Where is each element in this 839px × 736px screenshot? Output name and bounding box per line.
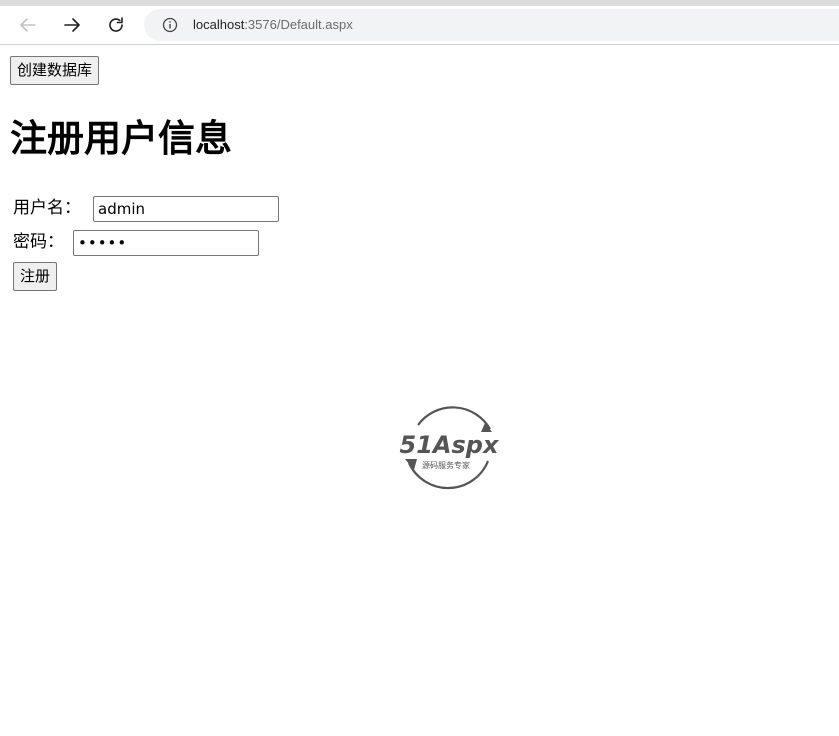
forward-button[interactable] (58, 11, 86, 39)
username-input[interactable] (93, 196, 279, 222)
create-database-button[interactable]: 创建数据库 (10, 56, 100, 85)
reload-icon (109, 17, 123, 32)
browser-toolbar: localhost:3576/Default.aspx (0, 6, 839, 45)
page-content: 创建数据库 注册用户信息 用户名： 密码： 注册 51Aspx 源码服务专家 (0, 45, 839, 736)
info-icon[interactable] (162, 17, 178, 33)
url-path: :3576/Default.aspx (244, 17, 353, 32)
address-bar[interactable]: localhost:3576/Default.aspx (144, 9, 839, 41)
username-label: 用户名： (13, 198, 81, 218)
arrow-right-icon (64, 18, 80, 32)
url-text[interactable]: localhost:3576/Default.aspx (193, 16, 353, 34)
page-title: 注册用户信息 (10, 117, 232, 160)
back-button[interactable] (14, 11, 42, 39)
password-input[interactable] (73, 230, 259, 256)
51aspx-logo-watermark: 51Aspx 源码服务专家 (400, 406, 500, 490)
password-label: 密码： (13, 232, 64, 252)
reload-button[interactable] (102, 11, 130, 39)
url-host: localhost (193, 17, 245, 32)
register-button[interactable]: 注册 (13, 262, 58, 291)
arrow-left-icon (20, 18, 36, 32)
logo-wordmark: 51Aspx (400, 431, 500, 459)
logo-tagline: 源码服务专家 (422, 460, 470, 470)
